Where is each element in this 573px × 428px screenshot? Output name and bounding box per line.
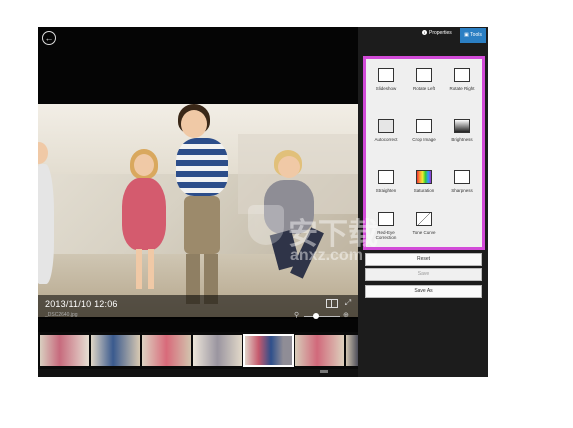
zoom-in-icon[interactable]: ⊕	[343, 311, 349, 319]
tool-label: Saturation	[413, 188, 435, 193]
tool-slideshow[interactable]: Slideshow	[367, 64, 405, 104]
tool-label: Autocorrect	[374, 137, 398, 142]
filmstrip-scrollbar[interactable]	[320, 370, 328, 373]
photo-date: 2013/11/10 12:06	[45, 299, 118, 309]
tool-label: Tone Curve	[412, 230, 436, 235]
tab-tools-label: Tools	[470, 32, 482, 38]
zoom-slider-thumb[interactable]	[313, 313, 319, 319]
thumbnail[interactable]	[142, 335, 191, 366]
tool-sharpness[interactable]: Sharpness	[443, 166, 481, 206]
rotate-left-icon	[416, 68, 432, 82]
tools-grid: Slideshow Rotate Left Rotate Right Autoc…	[363, 56, 485, 250]
tone-curve-icon	[416, 212, 432, 226]
brightness-icon	[454, 119, 470, 133]
zoom-out-icon[interactable]: ⚲	[294, 311, 299, 319]
tool-label: Red-Eye Correction	[375, 230, 397, 240]
tab-properties-label: Properties	[429, 30, 452, 36]
tool-label: Rotate Right	[449, 86, 475, 91]
thumbnail-filmstrip	[38, 332, 358, 369]
crop-icon	[416, 119, 432, 133]
tool-label: Slideshow	[375, 86, 397, 91]
tool-label: Sharpness	[451, 188, 473, 193]
fullscreen-icon[interactable]: ⤢	[344, 299, 352, 307]
tool-brightness[interactable]: Brightness	[443, 115, 481, 155]
side-panel: i Properties ▣ Tools Slideshow Rotate Lef…	[358, 27, 488, 377]
tab-properties[interactable]: i Properties	[422, 30, 452, 36]
thumbnail[interactable]	[295, 335, 344, 366]
tool-autocorrect[interactable]: Autocorrect	[367, 115, 405, 155]
slideshow-icon	[378, 68, 394, 82]
tool-label: Rotate Left	[412, 86, 435, 91]
straighten-icon	[378, 170, 394, 184]
tab-tools[interactable]: ▣ Tools	[460, 28, 486, 43]
info-icon: i	[422, 30, 427, 36]
tool-label: Crop Image	[412, 137, 436, 142]
reset-button[interactable]: Reset	[365, 253, 482, 266]
photo-viewer: ← 2013/11/10 12:06 _DSC2640.jpg ⤢ ⚲ ⊕	[38, 27, 358, 332]
tool-red-eye-correction[interactable]: Red-Eye Correction	[367, 208, 405, 248]
red-eye-icon	[378, 212, 394, 226]
zoom-slider-track[interactable]	[304, 316, 340, 317]
thumbnail[interactable]	[91, 335, 140, 366]
tool-label: Brightness	[451, 137, 473, 142]
thumbnail-selected[interactable]	[243, 334, 294, 367]
thumbnail[interactable]	[346, 335, 358, 366]
main-photo	[38, 104, 358, 317]
tool-tone-curve[interactable]: Tone Curve	[405, 208, 443, 248]
autocorrect-icon	[378, 119, 394, 133]
tool-saturation[interactable]: Saturation	[405, 166, 443, 206]
save-as-button[interactable]: Save As	[365, 285, 482, 298]
compare-view-icon[interactable]	[326, 299, 338, 308]
tool-straighten[interactable]: Straighten	[367, 166, 405, 206]
sharpness-icon	[454, 170, 470, 184]
back-button[interactable]: ←	[42, 31, 56, 45]
thumbnail[interactable]	[193, 335, 242, 366]
tool-rotate-right[interactable]: Rotate Right	[443, 64, 481, 104]
panel-tabs: i Properties ▣ Tools	[358, 27, 488, 44]
save-button[interactable]: Save	[365, 268, 482, 281]
thumbnail[interactable]	[40, 335, 89, 366]
tool-rotate-left[interactable]: Rotate Left	[405, 64, 443, 104]
toolbox-icon: ▣	[464, 32, 469, 38]
tool-label: Straighten	[375, 188, 397, 193]
tool-crop-image[interactable]: Crop Image	[405, 115, 443, 155]
rotate-right-icon	[454, 68, 470, 82]
photo-filename: _DSC2640.jpg	[45, 312, 78, 318]
saturation-icon	[416, 170, 432, 184]
photo-app-window: ← 2013/11/10 12:06 _DSC2640.jpg ⤢ ⚲ ⊕ i …	[38, 27, 488, 377]
